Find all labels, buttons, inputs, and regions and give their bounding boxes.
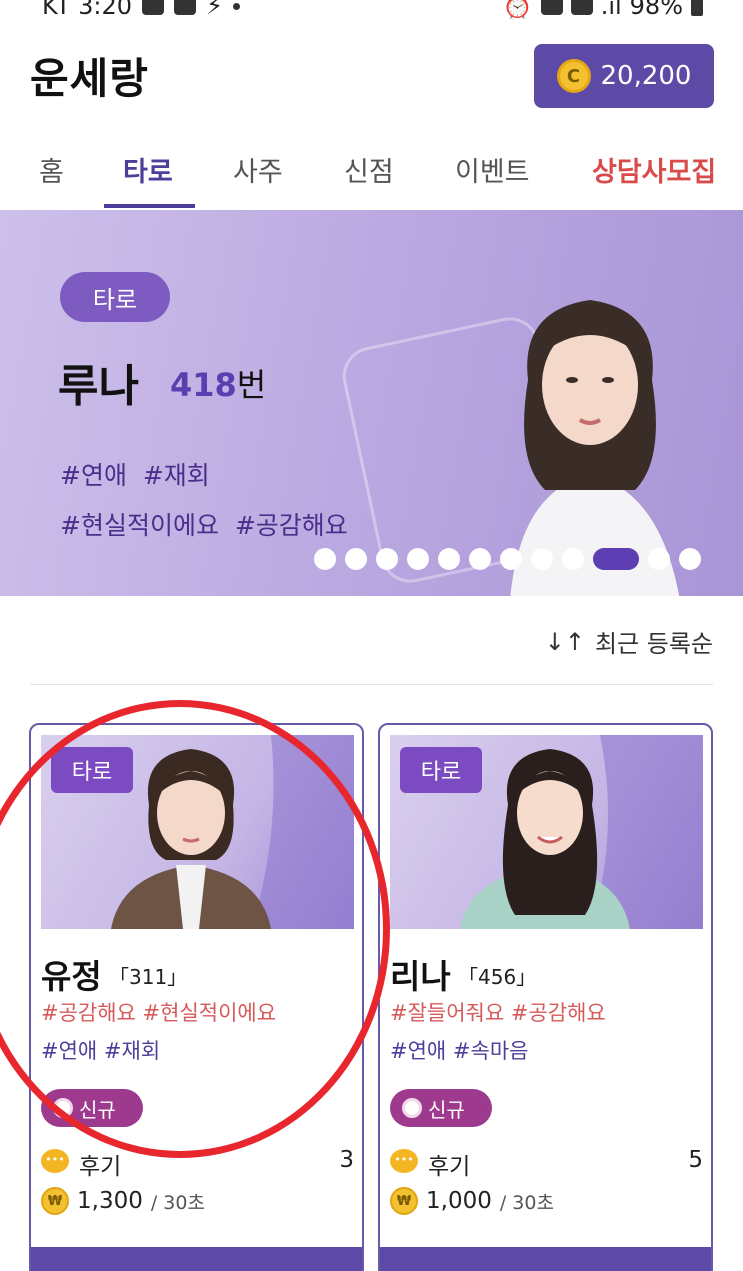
counselor-hashtags-style: #공감해요 #현실적이에요 (41, 1001, 277, 1025)
counselor-card[interactable]: 타로 리나 「456」 #잘들어줘요 #공감해요 #연애 #속마음 신규 •••… (378, 723, 713, 1271)
banner-number-suffix: 번 (236, 366, 267, 404)
tab-recruit[interactable]: 상담사모집 (592, 150, 716, 189)
divider (30, 684, 713, 685)
pagination-dot-active[interactable] (593, 548, 639, 570)
banner-number-value: 418 (170, 366, 237, 404)
card-category-tag: 타로 (400, 747, 482, 793)
tab-event[interactable]: 이벤트 (455, 150, 530, 189)
price-unit: / 30초 (499, 1191, 554, 1214)
counselor-number: 「311」 (109, 965, 188, 989)
carrier-time: KT 3:20 (42, 0, 133, 20)
price-row: ₩ 1,000 / 30초 (390, 1187, 554, 1215)
review-label: 후기 (428, 1154, 471, 1180)
counselor-hashtags-topic: #연애 #속마음 (390, 1039, 529, 1063)
banner-counselor-number: 418번 (170, 360, 266, 406)
tab-home[interactable]: 홈 (39, 150, 64, 189)
tab-sinjeom[interactable]: 신점 (344, 150, 394, 189)
counselor-photo: 타로 (41, 735, 354, 929)
counselor-card[interactable]: 타로 유정 「311」 #공감해요 #현실적이에요 #연애 #재회 신규 •••… (29, 723, 364, 1271)
5g-icon (570, 0, 593, 15)
banner-category-tag: 타로 (60, 272, 170, 322)
new-badge: 신규 (41, 1089, 143, 1127)
ribbon-icon (402, 1098, 422, 1118)
review-label: 후기 (79, 1154, 122, 1180)
counselor-photo: 타로 (390, 735, 703, 929)
coin-balance: 20,200 (600, 61, 692, 91)
pagination-dot[interactable] (407, 548, 429, 570)
counselor-hashtags-style: #잘들어줘요 #공감해요 (390, 1001, 606, 1025)
counselor-name: 유정 (41, 957, 102, 996)
tab-tarot[interactable]: 타로 (123, 150, 173, 189)
pagination-dot[interactable] (679, 548, 701, 570)
counselor-number: 「456」 (458, 965, 537, 989)
pagination-dot[interactable] (531, 548, 553, 570)
new-badge: 신규 (390, 1089, 492, 1127)
won-coin-icon: ₩ (41, 1187, 69, 1215)
pagination-dot[interactable] (500, 548, 522, 570)
hd-icon (540, 0, 563, 15)
pagination-dot[interactable] (438, 548, 460, 570)
banner-counselor-name: 루나 (58, 361, 139, 412)
active-tab-indicator (104, 204, 195, 208)
app-logo[interactable]: 운세랑 (30, 45, 149, 106)
review-count: 5 (688, 1147, 703, 1173)
card-action-bar[interactable] (31, 1247, 362, 1271)
counselor-name: 리나 (390, 957, 451, 996)
bolt-icon: ⚡ (206, 0, 223, 20)
dot-icon (232, 2, 240, 10)
price-row: ₩ 1,300 / 30초 (41, 1187, 205, 1215)
counselor-hashtags-topic: #연애 #재회 (41, 1039, 161, 1063)
review-row: ••• 후기 5 (390, 1147, 703, 1181)
signal-icon: .ıl (600, 0, 622, 20)
sort-button[interactable]: ↓↑ 최근 등록순 (545, 624, 713, 659)
new-badge-label: 신규 (428, 1097, 465, 1122)
category-tabs: 홈 타로 사주 신점 이벤트 상담사모집 (0, 140, 743, 210)
won-coin-icon: ₩ (390, 1187, 418, 1215)
alarm-icon: ⏰ (502, 0, 533, 20)
banner-hashtags-2: #현실적이에요 #공감해요 (60, 511, 348, 540)
coin-icon: C (556, 59, 591, 93)
review-row: ••• 후기 3 (41, 1147, 354, 1181)
battery-text: 98% (629, 0, 683, 20)
talk-icon (142, 0, 165, 15)
speech-bubble-icon: ••• (41, 1149, 69, 1173)
speech-bubble-icon: ••• (390, 1149, 418, 1173)
pagination-dot[interactable] (345, 548, 367, 570)
sort-label: 최근 등록순 (594, 630, 713, 658)
battery-icon (691, 0, 703, 16)
card-action-bar[interactable] (380, 1247, 711, 1271)
pagination-dot[interactable] (562, 548, 584, 570)
pagination-dot[interactable] (314, 548, 336, 570)
price-unit: / 30초 (150, 1191, 205, 1214)
new-badge-label: 신규 (79, 1097, 116, 1122)
pagination-dot[interactable] (376, 548, 398, 570)
coin-balance-button[interactable]: C 20,200 (534, 44, 714, 108)
banner-hashtags-1: #연애 #재회 (60, 461, 210, 490)
tab-saju[interactable]: 사주 (233, 150, 283, 189)
image-icon (174, 0, 197, 15)
sort-arrows-icon: ↓↑ (544, 627, 585, 656)
counselor-portrait (510, 300, 680, 596)
price-value: 1,300 (77, 1188, 143, 1214)
review-count: 3 (339, 1147, 354, 1173)
pagination-dot[interactable] (648, 548, 670, 570)
card-category-tag: 타로 (51, 747, 133, 793)
featured-banner[interactable]: 타로 루나 418번 #연애 #재회 #현실적이에요 #공감해요 (0, 210, 743, 596)
banner-pagination (314, 548, 701, 570)
price-value: 1,000 (426, 1188, 492, 1214)
pagination-dot[interactable] (469, 548, 491, 570)
ribbon-icon (53, 1098, 73, 1118)
status-bar: KT 3:20 ⚡ ⏰ .ıl 98% (0, 0, 743, 24)
